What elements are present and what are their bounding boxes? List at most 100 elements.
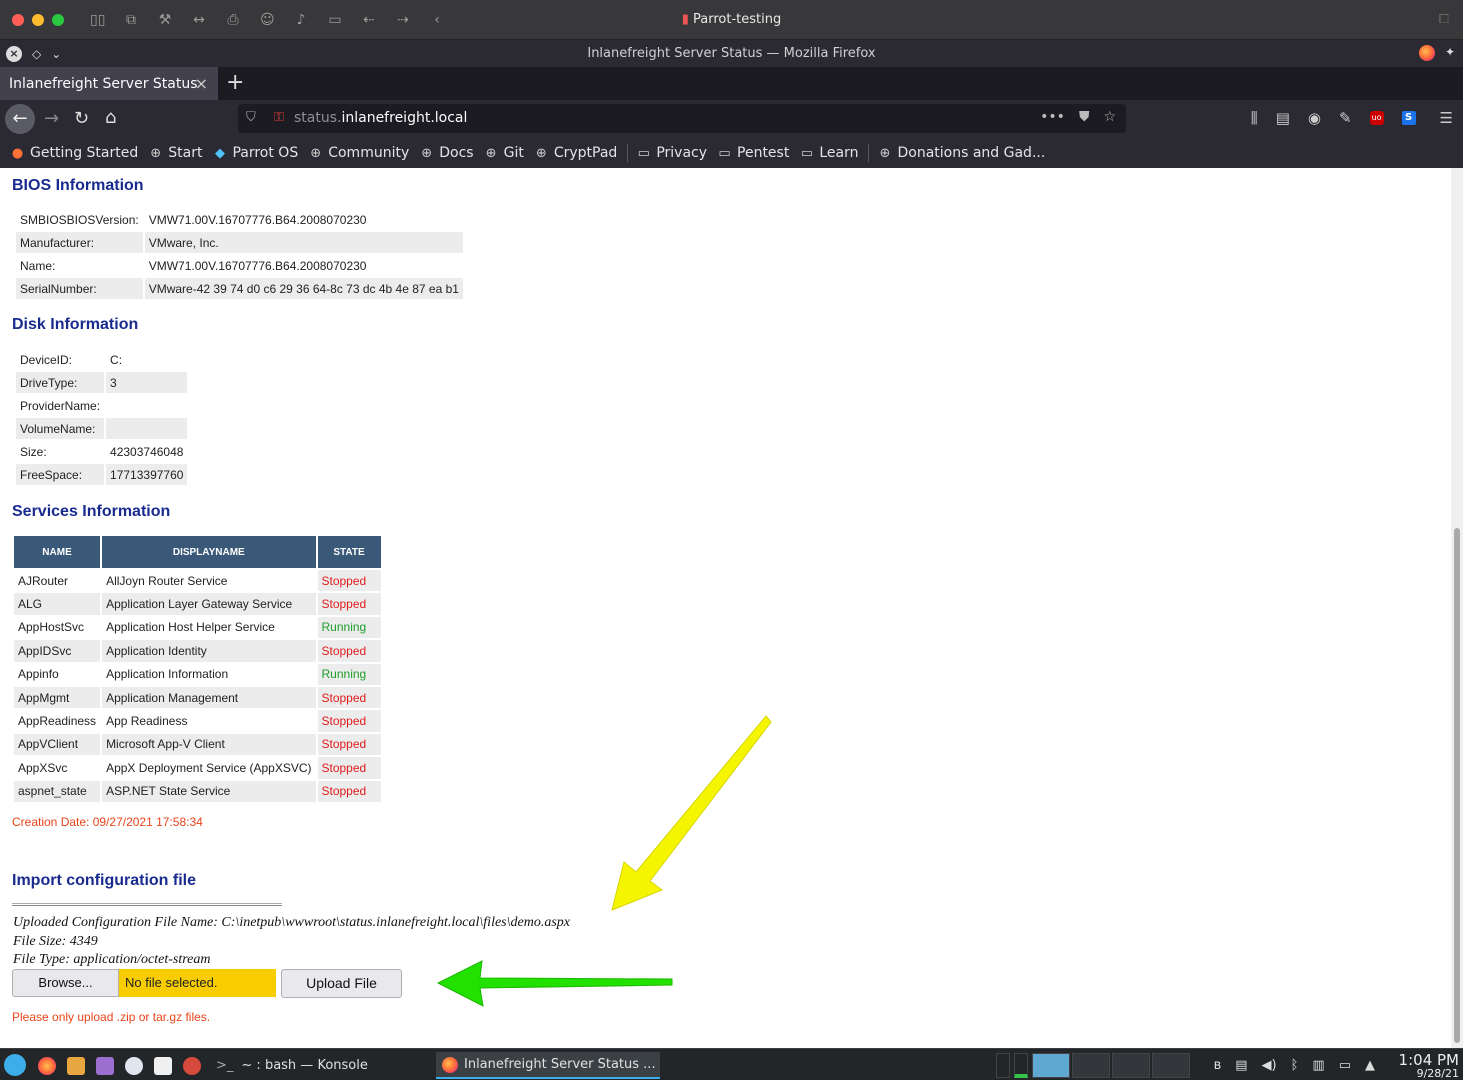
desktop-pager-2[interactable] bbox=[1072, 1053, 1110, 1078]
new-tab-plus-icon[interactable]: + bbox=[226, 70, 244, 95]
zoom-window-button[interactable] bbox=[52, 13, 64, 26]
close-window-button[interactable] bbox=[12, 13, 24, 26]
tools-launcher-icon[interactable] bbox=[183, 1057, 201, 1075]
scrollbar-thumb[interactable] bbox=[1454, 528, 1460, 1043]
firefox-task-icon bbox=[442, 1056, 458, 1073]
insecure-lock-icon[interactable]: ⚿ bbox=[274, 110, 284, 125]
task-konsole[interactable]: >_ ~ : bash — Konsole bbox=[210, 1052, 432, 1079]
home-icon[interactable]: ⌂ bbox=[105, 107, 116, 128]
bookmarks-toolbar: ● Getting Started ⊕ Start ◆ Parrot OS ⊕ Communi… bbox=[0, 138, 1463, 168]
page-scrollbar[interactable] bbox=[1451, 168, 1463, 1048]
camera-icon[interactable]: ▭ bbox=[328, 12, 342, 28]
back-chevron-icon[interactable]: ‹ bbox=[430, 12, 444, 28]
bluetooth-b-icon[interactable]: ʙ bbox=[1214, 1058, 1222, 1073]
reload-icon[interactable]: ↻ bbox=[74, 108, 89, 129]
bookmark-item[interactable]: ▭ Pentest bbox=[717, 145, 789, 161]
bookmark-item[interactable]: ⊕ CryptPad bbox=[534, 145, 617, 161]
bookmark-label: Donations and Gad... bbox=[897, 145, 1046, 161]
usb-icon[interactable]: ⇠ bbox=[362, 12, 376, 28]
bookmark-label: Docs bbox=[439, 145, 474, 161]
globe-icon: ⊕ bbox=[150, 145, 162, 161]
bookmark-label: Start bbox=[168, 145, 203, 161]
bookmark-item[interactable]: ⊕ Donations and Gad... bbox=[877, 145, 1046, 161]
shared-folder-icon[interactable]: ⇢ bbox=[396, 12, 410, 28]
document-launcher-icon[interactable] bbox=[154, 1057, 172, 1075]
screen: ▯▯ ⧉ ⚒ ↔ ⎙ ☺ ♪ ▭ ⇠ ⇢ ‹ ▮ Parrot-testing … bbox=[0, 0, 1463, 1080]
task-firefox[interactable]: Inlanefreight Server Status ... bbox=[436, 1052, 660, 1079]
network-tray-icon[interactable]: ▭ bbox=[1339, 1058, 1351, 1073]
hamburger-menu-icon[interactable]: ☰ bbox=[1440, 109, 1453, 127]
folder-icon: ▭ bbox=[718, 145, 731, 161]
settings-launcher-icon[interactable] bbox=[125, 1057, 143, 1075]
titlebar-right: ✦ bbox=[1418, 45, 1455, 61]
bookmark-item[interactable]: ▭ Privacy bbox=[636, 145, 707, 161]
files-launcher-icon[interactable] bbox=[67, 1057, 85, 1075]
tab-close-icon[interactable]: × bbox=[195, 74, 208, 93]
bookmark-item[interactable]: ◆ Parrot OS bbox=[212, 145, 298, 161]
s-extension-icon[interactable]: S bbox=[1401, 111, 1416, 125]
ublock-icon[interactable]: uo bbox=[1369, 111, 1384, 125]
bookmark-label: Privacy bbox=[656, 145, 708, 161]
memory-indicator bbox=[1014, 1053, 1028, 1078]
snapshot-icon[interactable]: ⧉ bbox=[124, 12, 138, 28]
network-icon[interactable]: ↔ bbox=[192, 12, 206, 28]
drive-icon[interactable]: ▥ bbox=[1312, 1058, 1324, 1073]
page-actions-icon[interactable]: ••• bbox=[1040, 109, 1065, 125]
pocket-icon[interactable]: ⛊ bbox=[1079, 109, 1090, 125]
globe-icon: ⊕ bbox=[310, 145, 322, 161]
task-konsole-label: ~ : bash — Konsole bbox=[241, 1058, 368, 1073]
extension-icon[interactable]: ✎ bbox=[1339, 109, 1352, 127]
bookmark-item[interactable]: ⊕ Start bbox=[148, 145, 202, 161]
app-launcher-icon[interactable] bbox=[4, 1054, 26, 1076]
minimize-window-button[interactable] bbox=[32, 13, 44, 26]
bookmark-item[interactable]: ⊕ Git bbox=[484, 145, 524, 161]
desktop-pager-1[interactable] bbox=[1032, 1053, 1070, 1078]
url-domain: inlanefreight.local bbox=[341, 110, 468, 126]
bluetooth-icon[interactable]: ᛒ bbox=[1291, 1058, 1299, 1073]
tray-expand-icon[interactable]: ▲ bbox=[1365, 1058, 1375, 1073]
bookmark-item[interactable]: ▭ Learn bbox=[799, 145, 859, 161]
clock[interactable]: 1:04 PM 9/28/21 bbox=[1399, 1051, 1459, 1080]
vm-title-text: Parrot-testing bbox=[693, 12, 782, 27]
url-bar[interactable]: ⛉ ⚿ status.inlanefreight.local ••• ⛊ ☆ bbox=[238, 104, 1126, 133]
back-arrow-icon[interactable]: ← bbox=[5, 104, 35, 134]
desktop-pager-4[interactable] bbox=[1152, 1053, 1190, 1078]
bookmark-item[interactable]: ● Getting Started bbox=[10, 145, 138, 161]
vm-window-titlebar: ▯▯ ⧉ ⚒ ↔ ⎙ ☺ ♪ ▭ ⇠ ⇢ ‹ ▮ Parrot-testing … bbox=[0, 0, 1463, 40]
browser-window-title: Inlanefreight Server Status — Mozilla Fi… bbox=[587, 46, 876, 61]
bookmark-label: Git bbox=[503, 145, 524, 161]
desktop-pager-3[interactable] bbox=[1112, 1053, 1150, 1078]
bookmark-item[interactable]: ⊕ Community bbox=[308, 145, 409, 161]
library-icon[interactable]: ⫼ bbox=[1251, 109, 1258, 127]
fullscreen-icon[interactable]: ⧠ bbox=[1439, 12, 1449, 27]
settings-wrench-icon[interactable]: ⚒ bbox=[158, 12, 172, 28]
folder-icon: ▭ bbox=[800, 145, 813, 161]
pin-icon[interactable]: ✦ bbox=[1445, 45, 1455, 61]
sidebar-toggle-icon[interactable]: ▯▯ bbox=[90, 12, 105, 28]
forward-arrow-icon[interactable]: → bbox=[44, 108, 59, 129]
printer-icon[interactable]: ⎙ bbox=[226, 12, 240, 28]
navigation-toolbar: ← → ↻ ⌂ ⛉ ⚿ status.inlanefreight.local •… bbox=[0, 100, 1463, 138]
notes-launcher-icon[interactable] bbox=[96, 1057, 114, 1075]
volume-icon[interactable]: ◀) bbox=[1262, 1058, 1277, 1073]
account-icon[interactable]: ◉ bbox=[1308, 109, 1321, 127]
document-icon: ▮ bbox=[681, 12, 689, 27]
vm-toolbar: ▯▯ ⧉ ⚒ ↔ ⎙ ☺ ♪ ▭ ⇠ ⇢ ‹ bbox=[90, 12, 444, 28]
url-text[interactable]: status.inlanefreight.local bbox=[294, 110, 467, 126]
sound-icon[interactable]: ♪ bbox=[294, 12, 308, 28]
folder-icon: ▭ bbox=[637, 145, 650, 161]
annotation-arrows bbox=[436, 715, 772, 1007]
page-content: BIOS Information SMBIOSBIOSVersion: VMW71… bbox=[0, 168, 1451, 1048]
user-icon[interactable]: ☺ bbox=[260, 12, 275, 28]
tab-server-status[interactable]: Inlanefreight Server Status × bbox=[0, 67, 218, 100]
clipboard-icon[interactable]: ▤ bbox=[1235, 1058, 1247, 1073]
bookmark-label: Learn bbox=[819, 145, 859, 161]
bookmark-label: Community bbox=[328, 145, 410, 161]
bookmark-separator bbox=[868, 144, 870, 162]
firefox-launcher-icon[interactable] bbox=[38, 1057, 56, 1075]
bookmark-star-icon[interactable]: ☆ bbox=[1103, 109, 1116, 125]
tracking-shield-icon[interactable]: ⛉ bbox=[246, 110, 256, 125]
bookmark-item[interactable]: ⊕ Docs bbox=[419, 145, 473, 161]
sidebar-icon[interactable]: ▤ bbox=[1276, 109, 1290, 127]
bookmark-label: Parrot OS bbox=[232, 145, 299, 161]
